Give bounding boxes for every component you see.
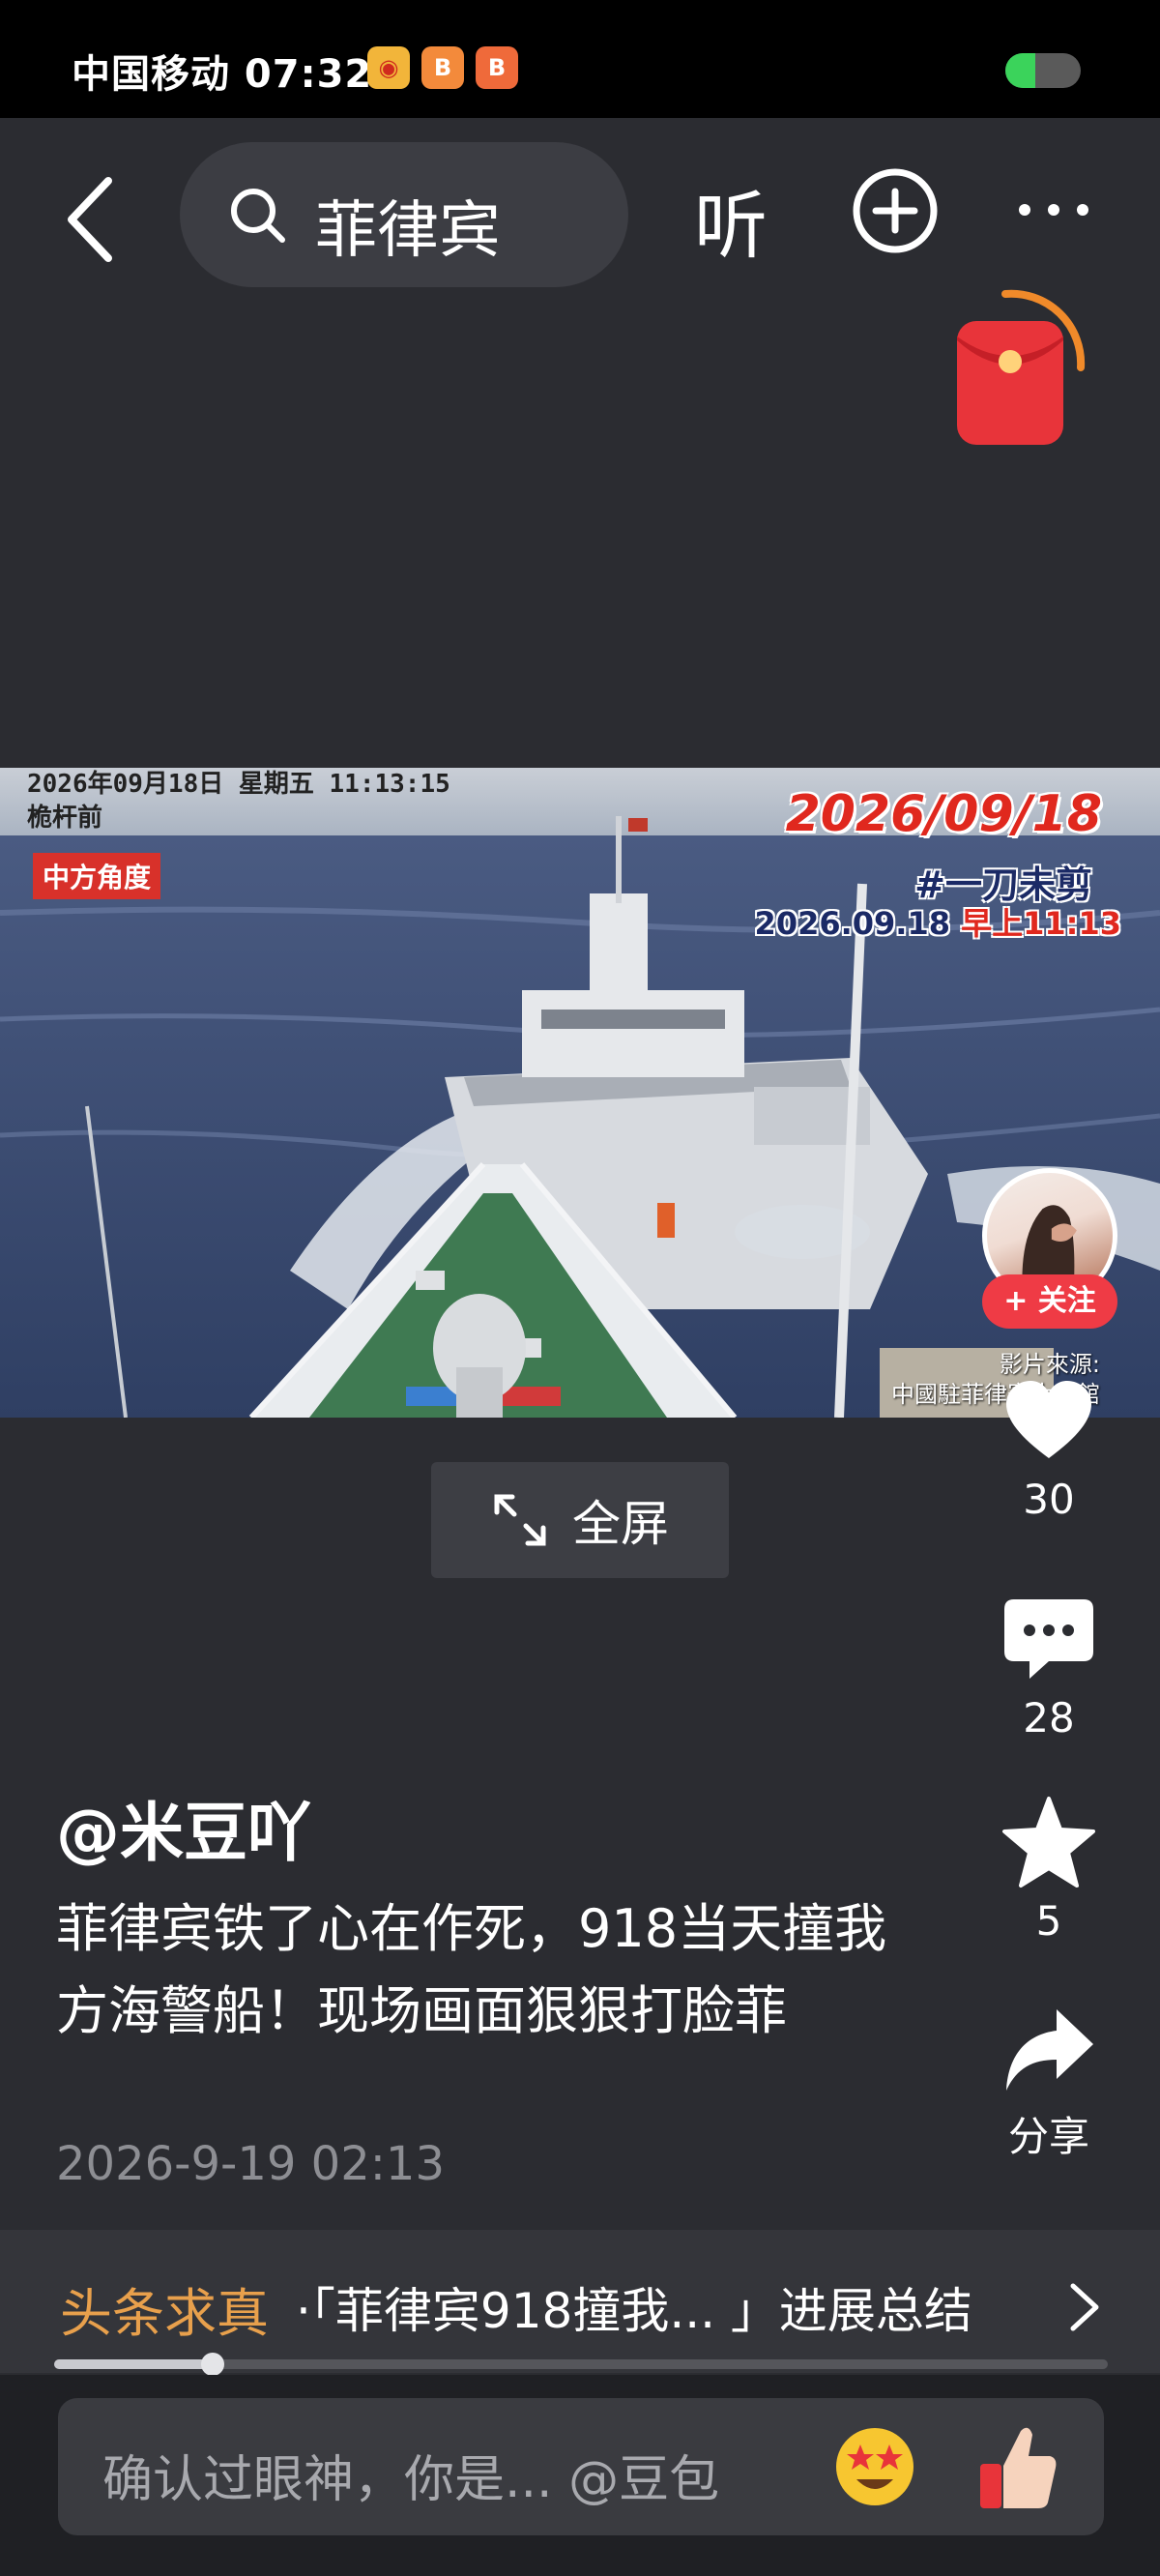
- back-button[interactable]: [58, 171, 126, 268]
- fullscreen-button[interactable]: 全屏: [431, 1462, 729, 1578]
- share-button[interactable]: 分享: [986, 2002, 1112, 2163]
- comment-count: 28: [1023, 1694, 1075, 1742]
- weibo-icon: ◉: [367, 46, 410, 89]
- post-caption: 菲律宾铁了心在作死，918当天撞我方海警船！现场画面狠狠打脸菲: [56, 1898, 887, 2041]
- star-eyes-emoji-icon[interactable]: [831, 2423, 918, 2510]
- status-app-icons: ◉ B B: [367, 46, 518, 89]
- carrier-time: 中国移动 07:32: [72, 52, 373, 97]
- app-icon: B: [476, 46, 518, 89]
- search-query: 菲律宾: [315, 195, 501, 267]
- video-date-title: 2026/09/18: [785, 785, 1102, 843]
- favorite-count: 5: [1035, 1897, 1062, 1945]
- app-icon: B: [421, 46, 464, 89]
- video-time-date: 2026.09.18: [754, 905, 962, 942]
- comment-area: 确认过眼神，你是... @豆包: [0, 2375, 1160, 2576]
- video-timestamp-location: 桅杆前: [27, 804, 103, 834]
- share-label: 分享: [1007, 2113, 1089, 2160]
- post-time: 2026-9-19 02:13: [56, 2137, 445, 2191]
- fact-check-bar[interactable]: 头条求真 ·「菲律宾918撞我... 」进展总结: [0, 2230, 1160, 2373]
- video-player[interactable]: 2026年09月18日 星期五 11:13:15 桅杆前 中方角度 2026/0…: [0, 768, 1160, 1418]
- fact-check-text: ·「菲律宾918撞我... 」进展总结: [296, 2283, 972, 2339]
- battery-icon: [1005, 53, 1081, 88]
- comment-placeholder: 确认过眼神，你是... @豆包: [102, 2451, 720, 2509]
- like-button[interactable]: 30: [986, 1373, 1112, 1523]
- video-time-caption: 2026.09.18 早上11:13: [755, 899, 1121, 944]
- battery-level: [1005, 53, 1036, 88]
- like-count: 30: [1023, 1476, 1075, 1523]
- search-box[interactable]: 菲律宾: [180, 142, 628, 287]
- favorite-button[interactable]: 5: [986, 1795, 1112, 1945]
- heart-icon: [1006, 1381, 1091, 1458]
- red-packet-icon[interactable]: [947, 282, 1102, 456]
- star-icon: [1002, 1797, 1095, 1888]
- chevron-right-icon: [1070, 2283, 1099, 2331]
- follow-button[interactable]: + 关注: [982, 1274, 1117, 1329]
- chevron-left-icon: [68, 177, 112, 262]
- video-time-highlight: 早上11:13: [961, 905, 1121, 942]
- expand-icon: [494, 1494, 546, 1546]
- comment-input[interactable]: 确认过眼神，你是... @豆包: [58, 2398, 1104, 2535]
- playback-progress-bar[interactable]: [54, 2353, 1108, 2376]
- video-angle-tag: 中方角度: [33, 853, 161, 899]
- playback-progress-fill: [54, 2359, 213, 2369]
- author-name[interactable]: @米豆吖: [56, 1781, 311, 1874]
- playback-progress-handle[interactable]: [200, 2353, 224, 2376]
- comment-icon: [1004, 1599, 1093, 1679]
- status-bar: 中国移动 07:32 ◉ B B: [0, 0, 1160, 118]
- video-timestamp: 2026年09月18日 星期五 11:13:15 桅杆前: [27, 768, 450, 835]
- fullscreen-label: 全屏: [572, 1496, 669, 1552]
- video-timestamp-date: 2026年09月18日 星期五 11:13:15: [27, 770, 450, 799]
- fact-check-label: 头条求真: [60, 2283, 269, 2344]
- top-nav: 菲律宾 听: [0, 118, 1160, 302]
- listen-button[interactable]: 听: [694, 166, 768, 273]
- search-icon: [231, 189, 285, 243]
- thumbs-up-icon[interactable]: [974, 2417, 1061, 2514]
- add-circle-icon[interactable]: [851, 166, 940, 255]
- comment-button[interactable]: 28: [986, 1592, 1112, 1742]
- share-icon: [1006, 2009, 1093, 2091]
- more-icon[interactable]: [1015, 176, 1092, 244]
